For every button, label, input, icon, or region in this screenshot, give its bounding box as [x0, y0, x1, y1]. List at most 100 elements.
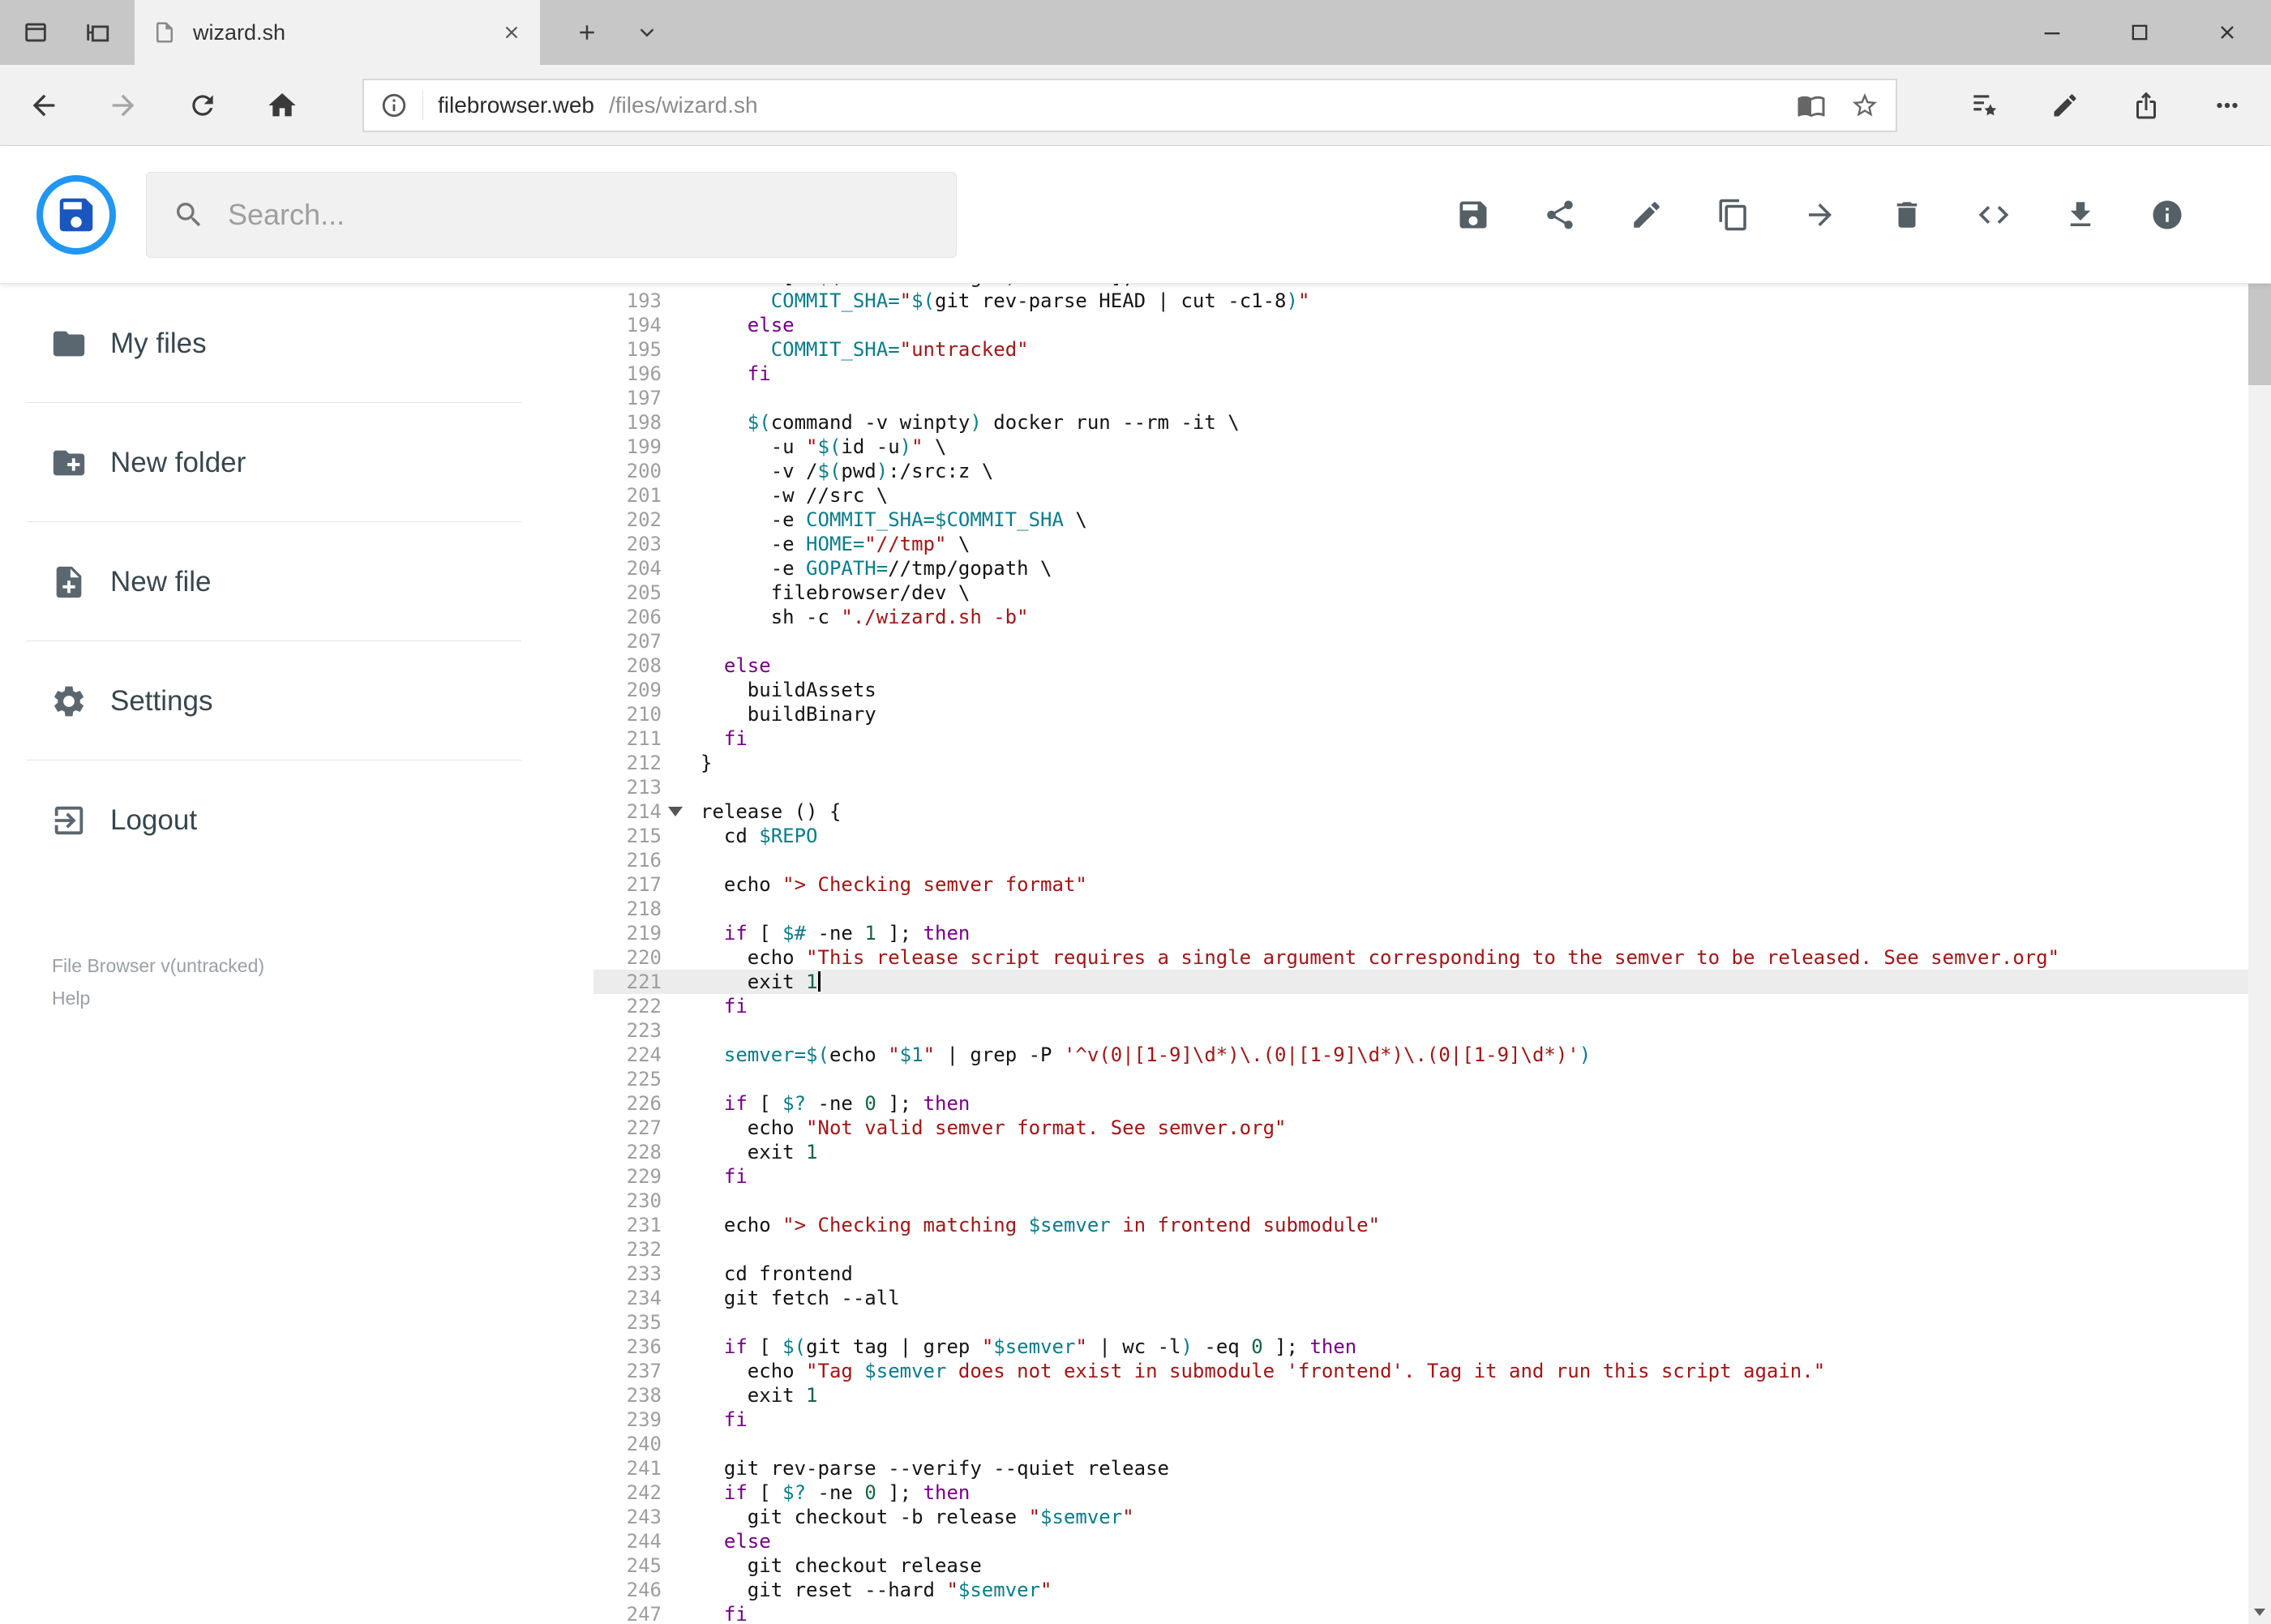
code-line[interactable]: 198 $(command -v winpty) docker run --rm… [593, 410, 2248, 435]
code-line[interactable]: 210 buildBinary [593, 702, 2248, 726]
code-line[interactable]: 230 [593, 1189, 2248, 1213]
sidebar-item-logout[interactable]: Logout [0, 761, 593, 880]
code-line[interactable]: 196 fi [593, 362, 2248, 386]
code-line[interactable]: 204 -e GOPATH=//tmp/gopath \ [593, 556, 2248, 581]
code-line[interactable]: 232 [593, 1237, 2248, 1262]
code-line[interactable]: 211 fi [593, 726, 2248, 751]
code-line[interactable]: 233 cd frontend [593, 1262, 2248, 1286]
code-line[interactable]: 236 if [ $(git tag | grep "$semver" | wc… [593, 1335, 2248, 1359]
web-note-pen-icon[interactable] [2036, 76, 2094, 135]
page-scrollbar[interactable] [2248, 146, 2271, 1624]
code-line[interactable]: 220 echo "This release script requires a… [593, 945, 2248, 970]
code-line[interactable]: 200 -v /$(pwd):/src:z \ [593, 459, 2248, 483]
code-line[interactable]: 197 [593, 386, 2248, 410]
fold-arrow-icon[interactable] [668, 807, 683, 816]
code-line[interactable]: 206 sh -c "./wizard.sh -b" [593, 605, 2248, 629]
back-button[interactable] [15, 76, 73, 135]
code-line[interactable]: 235 [593, 1310, 2248, 1335]
code-line[interactable]: 234 git fetch --all [593, 1286, 2248, 1310]
code-line[interactable]: 223 [593, 1018, 2248, 1043]
url-field[interactable]: filebrowser.web/files/wizard.sh [362, 79, 1897, 132]
code-line[interactable]: 213 [593, 775, 2248, 799]
code-line[interactable]: 203 -e HOME="//tmp" \ [593, 532, 2248, 556]
share-page-icon[interactable] [2117, 76, 2175, 135]
code-line[interactable]: 209 buildAssets [593, 678, 2248, 702]
filebrowser-logo[interactable] [36, 175, 116, 255]
info-button[interactable] [2149, 197, 2185, 233]
reading-view-icon[interactable] [1797, 91, 1826, 120]
code-line[interactable]: 193 COMMIT_SHA="$(git rev-parse HEAD | c… [593, 289, 2248, 313]
more-menu-icon[interactable] [2198, 76, 2256, 135]
download-button[interactable] [2063, 197, 2098, 233]
search-input[interactable] [228, 198, 930, 232]
code-line[interactable]: 224 semver=$(echo "$1" | grep -P '^v(0|[… [593, 1043, 2248, 1067]
tab-dropdown-icon[interactable] [618, 0, 676, 65]
refresh-button[interactable] [174, 76, 232, 135]
code-line[interactable]: 238 exit 1 [593, 1383, 2248, 1408]
close-button[interactable] [2183, 0, 2271, 65]
code-line[interactable]: 246 git reset --hard "$semver" [593, 1578, 2248, 1602]
code-line[interactable]: 243 git checkout -b release "$semver" [593, 1505, 2248, 1529]
code-line[interactable]: 241 git rev-parse --verify --quiet relea… [593, 1456, 2248, 1480]
code-text: git checkout -b release "$semver" [701, 1506, 1134, 1528]
code-line[interactable]: 247 fi [593, 1602, 2248, 1624]
code-line[interactable]: 212} [593, 751, 2248, 775]
tabs-aside-icon[interactable] [79, 10, 115, 55]
forward-button[interactable] [94, 76, 152, 135]
favorite-star-icon[interactable] [1850, 91, 1879, 120]
close-tab-icon[interactable] [501, 22, 522, 43]
code-line[interactable]: 245 git checkout release [593, 1553, 2248, 1578]
code-line[interactable]: 208 else [593, 653, 2248, 678]
code-line[interactable]: 202 -e COMMIT_SHA=$COMMIT_SHA \ [593, 508, 2248, 532]
sidebar-item-new-file[interactable]: New file [0, 522, 593, 641]
code-line[interactable]: 201 -w //src \ [593, 483, 2248, 508]
share-button[interactable] [1542, 197, 1578, 233]
code-line[interactable]: 225 [593, 1067, 2248, 1091]
code-line[interactable]: 240 [593, 1432, 2248, 1456]
site-info-icon[interactable] [380, 92, 408, 119]
browser-tab[interactable]: wizard.sh [135, 0, 540, 65]
sidebar-item-new-folder[interactable]: New folder [0, 403, 593, 522]
save-button[interactable] [1455, 197, 1491, 233]
code-line[interactable]: 195 COMMIT_SHA="untracked" [593, 337, 2248, 362]
code-line[interactable]: 218 [593, 897, 2248, 921]
code-line[interactable]: 239 fi [593, 1408, 2248, 1432]
delete-button[interactable] [1889, 197, 1925, 233]
copy-button[interactable] [1716, 197, 1751, 233]
home-button[interactable] [253, 76, 311, 135]
code-editor[interactable]: 192 if [ "$(command -v git)" != "" ]; th… [593, 284, 2248, 1624]
sidebar-item-my-files[interactable]: My files [0, 284, 593, 403]
help-link[interactable]: Help [52, 988, 264, 1009]
code-line[interactable]: 219 if [ $# -ne 1 ]; then [593, 921, 2248, 945]
edit-button[interactable] [1629, 197, 1665, 233]
tab-preview-icon[interactable] [18, 10, 54, 55]
code-line[interactable]: 231 echo "> Checking matching $semver in… [593, 1213, 2248, 1237]
code-view-button[interactable] [1976, 197, 2012, 233]
code-line[interactable]: 227 echo "Not valid semver format. See s… [593, 1116, 2248, 1140]
code-line[interactable]: 228 exit 1 [593, 1140, 2248, 1164]
scroll-down-arrow[interactable] [2248, 1600, 2271, 1624]
share-icon [1547, 200, 1573, 229]
code-line[interactable]: 207 [593, 629, 2248, 653]
code-line[interactable]: 217 echo "> Checking semver format" [593, 872, 2248, 897]
code-line[interactable]: 226 if [ $? -ne 0 ]; then [593, 1091, 2248, 1116]
maximize-button[interactable] [2096, 0, 2183, 65]
move-button[interactable] [1802, 197, 1838, 233]
code-line[interactable]: 216 [593, 848, 2248, 872]
code-line[interactable]: 242 if [ $? -ne 0 ]; then [593, 1480, 2248, 1505]
code-line[interactable]: 221 exit 1 [593, 970, 2248, 994]
code-line[interactable]: 199 -u "$(id -u)" \ [593, 435, 2248, 459]
code-line[interactable]: 194 else [593, 313, 2248, 337]
code-line[interactable]: 222 fi [593, 994, 2248, 1018]
code-line[interactable]: 237 echo "Tag $semver does not exist in … [593, 1359, 2248, 1383]
sidebar-item-settings[interactable]: Settings [0, 641, 593, 761]
code-line[interactable]: 205 filebrowser/dev \ [593, 581, 2248, 605]
code-line[interactable]: 215 cd $REPO [593, 824, 2248, 848]
hub-favorites-icon[interactable] [1955, 76, 2013, 135]
search-box[interactable] [146, 172, 957, 258]
code-line[interactable]: 244 else [593, 1529, 2248, 1553]
minimize-button[interactable] [2008, 0, 2096, 65]
code-line[interactable]: 229 fi [593, 1164, 2248, 1189]
new-tab-button[interactable] [558, 0, 616, 65]
code-line[interactable]: 214 release () { [593, 799, 2248, 824]
